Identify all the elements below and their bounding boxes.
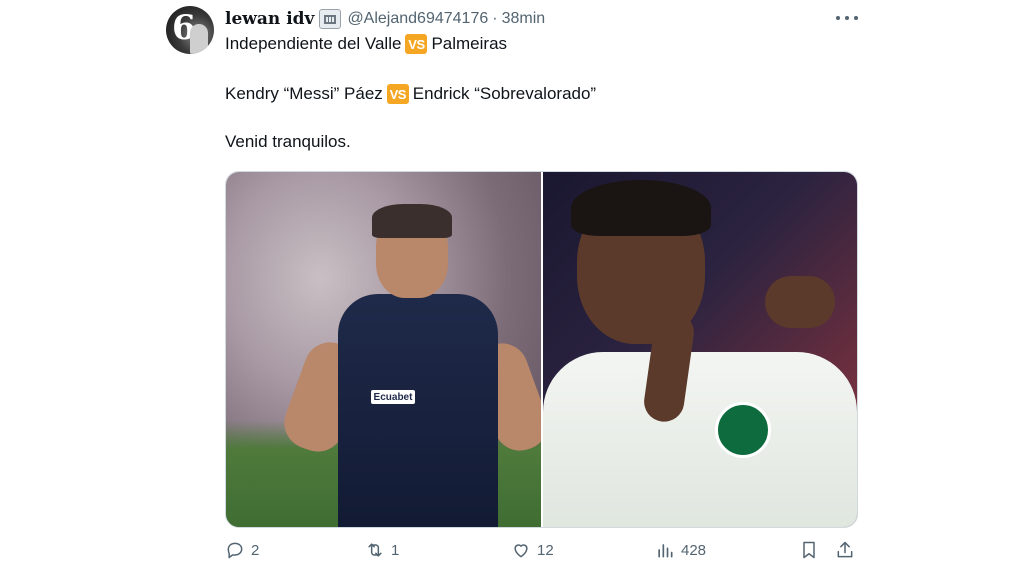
reply-count: 2 — [251, 541, 260, 559]
reply-button[interactable]: 2 — [225, 540, 259, 560]
like-icon — [514, 544, 528, 558]
author-name[interactable]: lewan idv — [225, 9, 314, 29]
bookmark-icon — [803, 541, 815, 559]
crest-icon — [715, 402, 771, 458]
more-icon[interactable] — [836, 8, 858, 28]
photo-left[interactable]: Ecuabet — [226, 172, 541, 527]
separator-dot: · — [492, 10, 498, 27]
player-left: Kendry “Messi” Páez — [225, 84, 383, 103]
views-icon — [658, 544, 673, 558]
repost-button[interactable]: 1 — [365, 540, 399, 560]
timestamp[interactable]: 38min — [502, 10, 546, 28]
team-left: Independiente del Valle — [225, 34, 402, 53]
share-button[interactable] — [835, 540, 855, 560]
share-icon — [837, 541, 853, 558]
vs-badge: VS — [405, 34, 428, 54]
like-count: 12 — [537, 541, 554, 559]
tweet-line-1: Independiente del Valle VS Palmeiras — [225, 34, 507, 54]
bookmark-button[interactable] — [799, 540, 819, 560]
tweet-line-3: Venid tranquilos. — [225, 132, 351, 151]
photo-right[interactable] — [543, 172, 857, 527]
vs-badge: VS — [386, 84, 409, 104]
like-button[interactable]: 12 — [511, 540, 554, 560]
repost-icon — [368, 543, 382, 557]
sponsor-logo: Ecuabet — [371, 390, 415, 404]
tweet-media[interactable]: Ecuabet — [225, 171, 858, 528]
team-right: Palmeiras — [431, 34, 508, 53]
author-handle[interactable]: @Alejand69474176 — [347, 10, 488, 28]
avatar[interactable]: 6 — [166, 6, 214, 54]
views-count: 428 — [681, 541, 707, 559]
action-bar: 2 1 12 428 — [225, 540, 856, 566]
tweet-header: lewan idv @Alejand69474176 · 38min — [225, 8, 545, 30]
views-button[interactable]: 428 — [655, 540, 706, 560]
player-right: Endrick “Sobrevalorado” — [412, 84, 597, 103]
reply-icon — [227, 542, 243, 559]
repost-count: 1 — [391, 541, 400, 559]
tweet-line-2: Kendry “Messi” Páez VS Endrick “Sobreval… — [225, 84, 596, 104]
badge-icon — [319, 9, 342, 29]
